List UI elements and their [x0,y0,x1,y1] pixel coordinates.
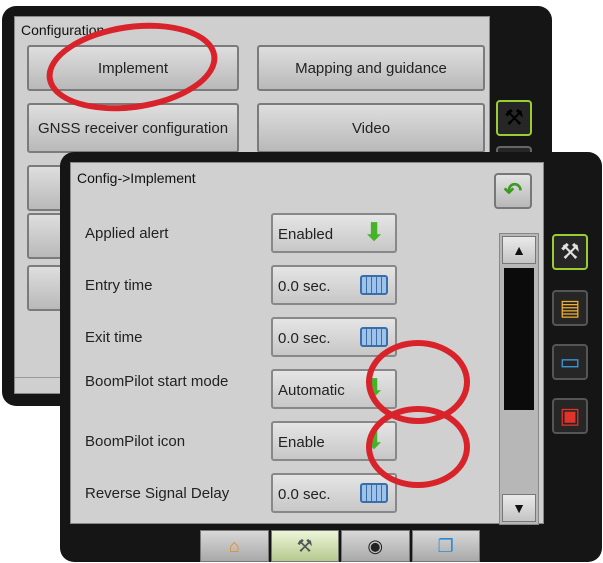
tools-tab[interactable]: ⚒ [496,100,532,136]
applied-alert-field[interactable]: Enabled ⬇ [271,213,397,253]
keyboard-icon [360,483,388,503]
tools-tab[interactable]: ⚒ [552,234,588,270]
boompilot-start-mode-dropdown[interactable]: ⬇ [355,373,393,405]
reverse-signal-delay-keyboard-button[interactable] [355,477,393,509]
exit-time-keyboard-button[interactable] [355,321,393,353]
side-tab-column: ⚒ ▤ ▭ ▣ [550,234,596,454]
back-button[interactable]: ↶ [494,173,532,209]
home-icon: ⌂ [228,535,240,556]
back-arrow-icon: ↶ [503,178,523,203]
tools-icon: ⚒ [504,105,524,130]
scroll-down-button[interactable]: ▼ [502,494,536,522]
row-label-exit-time: Exit time [85,329,143,346]
keyboard-icon [360,275,388,295]
tab-config[interactable]: ⚒ [270,530,339,562]
scrollbar[interactable]: ▲ ▼ [499,233,539,525]
page-title: Configuration [21,22,105,38]
video-button[interactable]: Video [257,103,485,153]
applied-alert-dropdown[interactable]: ⬇ [355,217,393,249]
console-icon: ▤ [559,295,581,320]
tab-camera[interactable]: ◉ [341,530,410,562]
implement-panel: Config->Implement ↶ Applied alert Enable… [70,162,544,525]
bottom-tab-bar: ⌂ ⚒ ◉ ❐ [200,530,480,562]
scroll-thumb[interactable] [504,268,534,410]
implement-window: Config->Implement ↶ Applied alert Enable… [60,152,602,562]
mapping-guidance-label: Mapping and guidance [295,59,447,77]
mapping-guidance-button[interactable]: Mapping and guidance [257,45,485,91]
console-tab[interactable]: ▤ [552,290,588,326]
triangle-down-icon: ▼ [512,500,526,516]
entry-time-value: 0.0 sec. [278,278,331,295]
reverse-signal-delay-field[interactable]: 0.0 sec. [271,473,397,513]
implement-button-label: Implement [97,59,169,77]
exit-time-field[interactable]: 0.0 sec. [271,317,397,357]
boompilot-icon-dropdown[interactable]: ⬇ [355,425,393,457]
entry-time-field[interactable]: 0.0 sec. [271,265,397,305]
tab-home[interactable]: ⌂ [200,530,269,562]
tools-icon: ⚒ [560,239,580,264]
page-title: Config->Implement [77,170,196,186]
down-arrow-icon: ⬇ [363,427,385,454]
row-label-applied-alert: Applied alert [85,225,169,242]
video-label: Video [351,119,391,137]
camera-icon: ◉ [367,535,384,556]
implement-button[interactable]: Implement [27,45,239,91]
keyboard-icon [360,327,388,347]
row-label-entry-time: Entry time [85,277,153,294]
tools-icon: ⚒ [296,535,313,556]
display-icon: ▭ [559,349,581,374]
down-arrow-icon: ⬇ [363,375,385,402]
row-label-boompilot-start-mode: BoomPilot start mode [85,373,229,390]
tab-windows[interactable]: ❐ [411,530,480,562]
down-arrow-icon: ⬇ [363,219,385,246]
exit-time-value: 0.0 sec. [278,330,331,347]
row-label-boompilot-icon: BoomPilot icon [85,433,186,450]
display-tab[interactable]: ▭ [552,344,588,380]
triangle-up-icon: ▲ [512,242,526,258]
windows-icon: ❐ [437,535,454,556]
toolbox-tab[interactable]: ▣ [552,398,588,434]
entry-time-keyboard-button[interactable] [355,269,393,301]
boompilot-icon-value: Enable [278,434,325,451]
applied-alert-value: Enabled [278,226,334,243]
boompilot-icon-field[interactable]: Enable ⬇ [271,421,397,461]
toolbox-icon: ▣ [559,403,581,428]
boompilot-start-mode-value: Automatic [278,382,345,399]
gnss-receiver-button[interactable]: GNSS receiver configuration [27,103,239,153]
gnss-receiver-label: GNSS receiver configuration [37,119,229,137]
reverse-signal-delay-value: 0.0 sec. [278,486,331,503]
scroll-up-button[interactable]: ▲ [502,236,536,264]
row-label-reverse-signal-delay: Reverse Signal Delay [85,485,230,502]
boompilot-start-mode-field[interactable]: Automatic ⬇ [271,369,397,409]
